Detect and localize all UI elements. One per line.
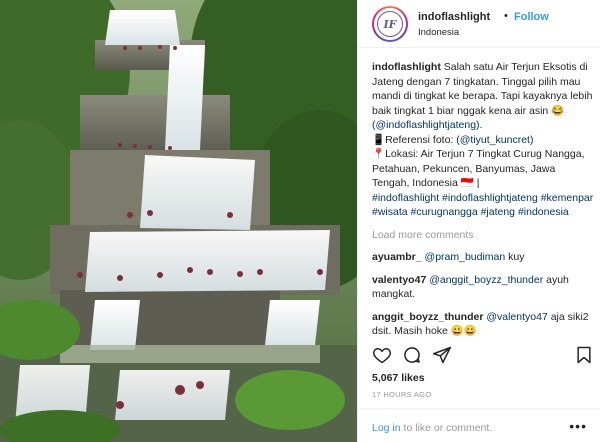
more-options-icon[interactable]: ••• [569,418,587,434]
action-bar [372,345,594,367]
comment-item: ayuambr_ @pram_budiman kuy [372,250,594,265]
login-prompt-text: to like or comment. [400,422,493,434]
heart-icon[interactable] [372,345,392,365]
caption-mention[interactable]: (@indoflashlightjateng). [372,118,594,133]
caption-username[interactable]: indoflashlight [372,61,441,73]
waterfall-photo [0,0,357,442]
separator-dot: • [504,10,508,22]
caption-hashtags[interactable]: #indoflashlight #indoflashlightjateng #k… [372,191,594,220]
avatar-logo: IF [377,11,403,37]
post-header: IF indoflashlight • Follow Indonesia [358,0,600,48]
likes-count[interactable]: 5,067 likes [372,372,425,384]
comment-mention[interactable]: @valentyo47 [486,311,547,323]
post-caption: indoflashlight Salah satu Air Terjun Eks… [372,60,594,220]
comment-text: kuy [505,251,525,263]
comment-username[interactable]: ayuambr_ [372,251,422,263]
post-photo[interactable] [0,0,357,442]
post-panel: IF indoflashlight • Follow Indonesia ind… [357,0,600,442]
bookmark-icon[interactable] [574,345,594,365]
comment-item: valentyo47 @anggit_boyzz_thunder ayuh ma… [372,273,594,302]
avatar[interactable]: IF [372,6,408,42]
caption-location: 📍Lokasi: Air Terjun 7 Tingkat Curug Nang… [372,148,585,189]
comment-mention[interactable]: @anggit_boyzz_thunder [429,274,543,286]
caption-reference-label: 📱Referensi foto: [372,133,457,146]
comment-username[interactable]: anggit_boyzz_thunder [372,311,483,323]
share-icon[interactable] [432,345,452,365]
comment-item: anggit_boyzz_thunder @valentyo47 aja sik… [372,310,594,339]
comment-mention[interactable]: @pram_budiman [425,251,506,263]
comments-section[interactable]: indoflashlight Salah satu Air Terjun Eks… [372,60,594,340]
caption-reference-link[interactable]: (@tiyut_kuncret) [456,134,533,146]
post-username[interactable]: indoflashlight [418,11,490,23]
post-timestamp[interactable]: 17 HOURS AGO [372,390,431,399]
post-location[interactable]: Indonesia [418,27,459,38]
load-more-comments-button[interactable]: Load more comments [372,228,594,243]
comment-icon[interactable] [402,345,422,365]
post-footer: Log in to like or comment. ••• [358,408,600,442]
login-link[interactable]: Log in [372,422,401,434]
follow-button[interactable]: Follow [514,11,549,23]
comment-username[interactable]: valentyo47 [372,274,426,286]
